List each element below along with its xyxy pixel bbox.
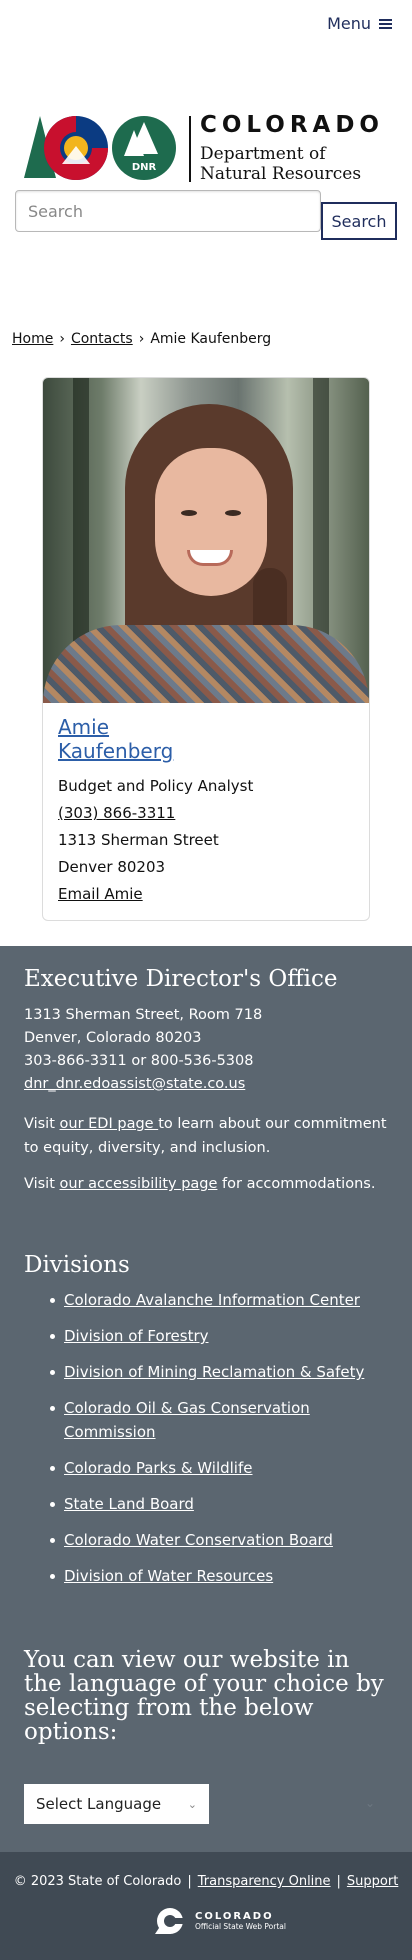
breadcrumb-separator: › [138,331,145,347]
contact-address-line2: Denver 80203 [58,858,166,876]
accessibility-suffix: for accommodations. [217,1176,376,1192]
breadcrumb-contacts[interactable]: Contacts [71,331,133,347]
language-select[interactable]: Select Language ⌄ [24,1784,209,1824]
photo-eye [225,510,241,516]
bottom-bar: © 2023 State of Colorado | Transparency On… [0,1852,412,1960]
edi-paragraph: Visit our EDI page to learn about our co… [24,1112,394,1160]
office-email-link[interactable]: dnr_dnr.edoassist@state.co.us [24,1076,245,1092]
photo-eye [181,510,197,516]
office-phone: 303-866-3311 or 800-536-5308 [24,1053,254,1069]
office-address-line1: 1313 Sherman Street, Room 718 [24,1007,263,1023]
logo-department: Department of Natural Resources [200,144,361,184]
division-item: Colorado Avalanche Information Center [50,1288,384,1312]
pipe-separator: | [336,1874,341,1889]
edi-prefix: Visit [24,1116,60,1132]
breadcrumb: Home › Contacts › Amie Kaufenberg [12,331,271,347]
search-input[interactable] [15,190,321,232]
division-item: Division of Water Resources [50,1564,384,1588]
colorado-dnr-logo[interactable]: DNR COLORADO Department of Natural Resou… [22,112,390,186]
contact-card: Amie Kaufenberg Budget and Policy Analys… [42,377,370,921]
division-item: Colorado Water Conservation Board [50,1528,384,1552]
state-portal-logo[interactable]: COLORADO Official State Web Portal [153,1906,286,1936]
contact-title: Budget and Policy Analyst [58,777,254,795]
division-link[interactable]: Colorado Avalanche Information Center [64,1291,360,1309]
photo-sweater [43,625,369,703]
logo-dept-line1: Department of [200,144,326,164]
division-item: Colorado Oil & Gas Conservation Commissi… [50,1396,384,1444]
breadcrumb-home[interactable]: Home [12,331,53,347]
logo-state-word: COLORADO [200,112,384,138]
division-link[interactable]: Division of Mining Reclamation & Safety [64,1363,364,1381]
menu-button[interactable]: Menu [327,14,392,33]
copyright-text: © 2023 State of Colorado [13,1874,182,1889]
contact-card-body: Amie Kaufenberg Budget and Policy Analys… [43,703,369,908]
transparency-online-link[interactable]: Transparency Online [198,1874,331,1889]
contact-email-link[interactable]: Email Amie [58,885,143,903]
division-link[interactable]: Colorado Parks & Wildlife [64,1459,253,1477]
divisions-list: Colorado Avalanche Information Center Di… [50,1288,384,1600]
site-footer: Executive Director's Office 1313 Sherman… [0,946,412,1852]
logo-graphic: DNR [24,116,176,180]
breadcrumb-current: Amie Kaufenberg [150,331,272,347]
state-portal-line2: Official State Web Portal [195,1922,286,1931]
logo-dept-line2: Natural Resources [200,164,362,184]
divisions-title: Divisions [24,1252,130,1278]
accessibility-page-link[interactable]: our accessibility page [60,1176,218,1192]
office-address-line2: Denver, Colorado 80203 [24,1030,202,1046]
language-heading: You can view our website in the language… [24,1647,384,1745]
chevron-down-icon: ⌄ [365,1796,376,1810]
division-link[interactable]: Colorado Oil & Gas Conservation Commissi… [64,1399,310,1441]
contact-address-line1: 1313 Sherman Street [58,831,219,849]
accessibility-paragraph: Visit our accessibility page for accommo… [24,1172,394,1196]
contact-photo [43,378,369,703]
division-link[interactable]: State Land Board [64,1495,194,1513]
contact-name-link[interactable]: Amie Kaufenberg [58,715,188,763]
edi-page-link[interactable]: our EDI page [60,1116,159,1132]
division-item: Division of Mining Reclamation & Safety [50,1360,384,1384]
state-portal-text: COLORADO Official State Web Portal [195,1911,286,1931]
contact-phone-link[interactable]: (303) 866-3311 [58,804,175,822]
division-link[interactable]: Division of Water Resources [64,1567,273,1585]
pipe-separator: | [187,1874,192,1889]
photo-face [155,448,267,596]
menu-label: Menu [327,14,371,33]
division-link[interactable]: Division of Forestry [64,1327,209,1345]
accessibility-prefix: Visit [24,1176,60,1192]
division-item: State Land Board [50,1492,384,1516]
logo-divider [189,116,191,182]
chevron-down-icon: ⌄ [187,1797,197,1811]
hamburger-icon [379,18,392,29]
copyright-line: © 2023 State of Colorado | Transparency On… [0,1874,412,1889]
language-select-value: Select Language [36,1795,162,1813]
state-portal-line1: COLORADO [195,1911,274,1922]
division-item: Colorado Parks & Wildlife [50,1456,384,1480]
dnr-badge-text: DNR [132,162,157,173]
division-link[interactable]: Colorado Water Conservation Board [64,1531,333,1549]
search-button[interactable]: Search [321,202,397,240]
support-link[interactable]: Support [347,1874,398,1889]
colorado-c-icon [155,1908,184,1934]
office-title: Executive Director's Office [24,966,338,992]
office-contact: 1313 Sherman Street, Room 718 Denver, Co… [24,1004,262,1096]
division-item: Division of Forestry [50,1324,384,1348]
breadcrumb-separator: › [59,331,65,347]
